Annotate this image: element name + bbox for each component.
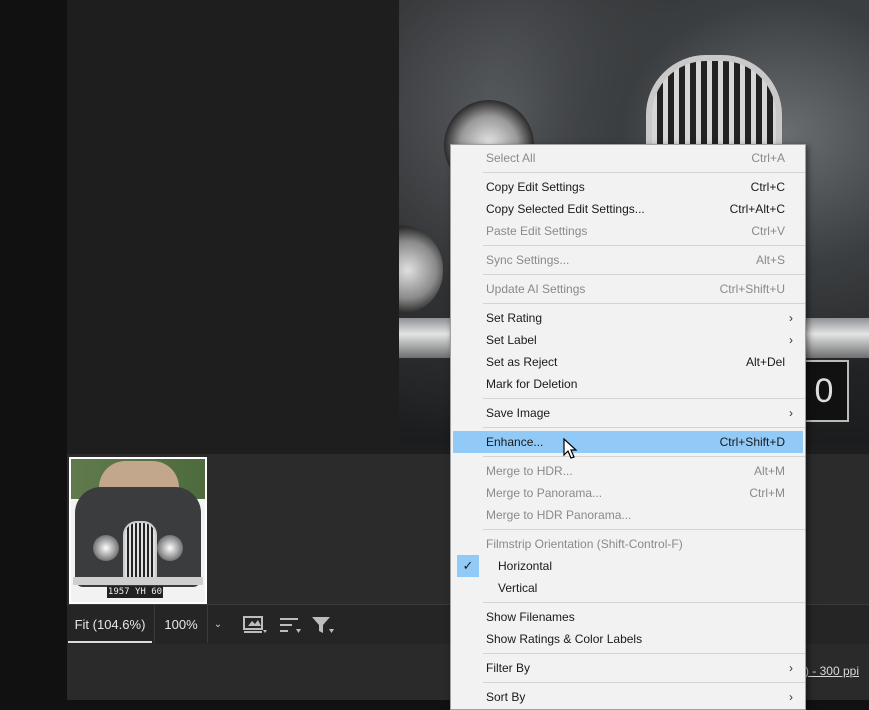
menu-separator	[483, 172, 805, 173]
sort-by-rating-icon[interactable]	[242, 614, 268, 636]
menu-item-set-as-reject[interactable]: Set as Reject Alt+Del	[453, 351, 803, 373]
menu-item-update-ai-settings[interactable]: Update AI Settings Ctrl+Shift+U	[453, 278, 803, 300]
menu-item-filter-by[interactable]: Filter By ›	[453, 657, 803, 679]
menu-item-select-all[interactable]: Select All Ctrl+A	[453, 147, 803, 169]
menu-item-label: Merge to Panorama...	[486, 486, 603, 500]
zoom-100-button[interactable]: 100%	[154, 605, 207, 643]
menu-item-label: Show Filenames	[486, 610, 575, 624]
menu-item-label: Paste Edit Settings	[486, 224, 588, 238]
zoom-fit-button[interactable]: Fit (104.6%)	[68, 605, 152, 643]
menu-item-label: Show Ratings & Color Labels	[486, 632, 643, 646]
menu-item-label: Sync Settings...	[486, 253, 570, 267]
menu-item-shortcut: Ctrl+C	[750, 180, 785, 194]
menu-item-shortcut: Ctrl+Alt+C	[729, 202, 785, 216]
menu-item-horizontal[interactable]: ✓ Horizontal	[453, 555, 803, 577]
photo-fog-lamp	[399, 225, 443, 315]
menu-item-mark-for-deletion[interactable]: Mark for Deletion	[453, 373, 803, 395]
menu-separator	[483, 529, 805, 530]
filmstrip-thumbnail[interactable]: 1957 YH 60	[69, 457, 207, 604]
menu-item-label: Filmstrip Orientation (Shift-Control-F)	[486, 537, 683, 551]
menu-separator	[483, 682, 805, 683]
menu-item-label: Mark for Deletion	[486, 377, 578, 391]
menu-item-shortcut: Alt+M	[753, 464, 785, 478]
thumbnail-bumper	[73, 577, 203, 585]
thumbnail-headlamp-left	[93, 535, 119, 561]
menu-heading-filmstrip-orientation: Filmstrip Orientation (Shift-Control-F)	[453, 533, 803, 555]
checkmark-icon: ✓	[457, 555, 479, 577]
menu-item-label: Update AI Settings	[486, 282, 586, 296]
submenu-arrow-icon: ›	[789, 333, 793, 347]
menu-separator	[483, 274, 805, 275]
menu-item-merge-to-hdr-panorama[interactable]: Merge to HDR Panorama...	[453, 504, 803, 526]
menu-item-label: Copy Edit Settings	[486, 180, 585, 194]
submenu-arrow-icon: ›	[789, 661, 793, 675]
menu-separator	[483, 653, 805, 654]
submenu-arrow-icon: ›	[789, 311, 793, 325]
menu-item-shortcut: Ctrl+A	[751, 151, 785, 165]
menu-item-label: Select All	[486, 151, 536, 165]
menu-item-label: Set Rating	[486, 311, 543, 325]
thumbnail-headlamp-right	[157, 535, 183, 561]
menu-item-label: Sort By	[486, 690, 526, 704]
menu-separator	[483, 456, 805, 457]
menu-item-copy-selected-edit-settings[interactable]: Copy Selected Edit Settings... Ctrl+Alt+…	[453, 198, 803, 220]
menu-item-enhance[interactable]: Enhance... Ctrl+Shift+D	[453, 431, 803, 453]
menu-item-shortcut: Ctrl+M	[749, 486, 785, 500]
menu-item-label: Vertical	[498, 581, 538, 595]
menu-item-set-label[interactable]: Set Label ›	[453, 329, 803, 351]
menu-separator	[483, 398, 805, 399]
menu-item-vertical[interactable]: Vertical	[453, 577, 803, 599]
menu-item-show-filenames[interactable]: Show Filenames	[453, 606, 803, 628]
menu-item-shortcut: Ctrl+Shift+D	[719, 435, 785, 449]
thumbnail-grille	[123, 521, 157, 580]
menu-item-copy-edit-settings[interactable]: Copy Edit Settings Ctrl+C	[453, 176, 803, 198]
menu-item-label: Horizontal	[498, 559, 553, 573]
menu-separator	[483, 245, 805, 246]
sort-order-icon[interactable]	[277, 614, 303, 636]
menu-item-label: Merge to HDR Panorama...	[486, 508, 632, 522]
menu-item-merge-to-hdr[interactable]: Merge to HDR... Alt+M	[453, 460, 803, 482]
menu-item-merge-to-panorama[interactable]: Merge to Panorama... Ctrl+M	[453, 482, 803, 504]
thumbnail-plate: 1957 YH 60	[107, 586, 163, 598]
context-menu: Select All Ctrl+A Copy Edit Settings Ctr…	[450, 144, 806, 710]
resolution-link[interactable]: ?) - 300 ppi	[798, 664, 859, 678]
menu-item-shortcut: Ctrl+V	[751, 224, 785, 238]
menu-item-sort-by[interactable]: Sort By ›	[453, 686, 803, 708]
menu-separator	[483, 303, 805, 304]
menu-item-shortcut: Alt+Del	[745, 355, 785, 369]
menu-item-label: Filter By	[486, 661, 531, 675]
submenu-arrow-icon: ›	[789, 690, 793, 704]
menu-item-label: Copy Selected Edit Settings...	[486, 202, 645, 216]
submenu-arrow-icon: ›	[789, 406, 793, 420]
menu-item-save-image[interactable]: Save Image ›	[453, 402, 803, 424]
menu-item-sync-settings[interactable]: Sync Settings... Alt+S	[453, 249, 803, 271]
menu-item-label: Set as Reject	[486, 355, 558, 369]
menu-item-show-ratings[interactable]: Show Ratings & Color Labels	[453, 628, 803, 650]
mouse-cursor-icon	[563, 438, 578, 459]
menu-item-shortcut: Alt+S	[755, 253, 785, 267]
menu-item-shortcut: Ctrl+Shift+U	[719, 282, 785, 296]
menu-separator	[483, 427, 805, 428]
menu-item-label: Enhance...	[486, 435, 544, 449]
menu-separator	[483, 602, 805, 603]
menu-item-label: Set Label	[486, 333, 537, 347]
photo-plate: 0	[799, 360, 849, 422]
zoom-dropdown-button[interactable]: ⌄	[207, 605, 228, 643]
left-panel-edge	[0, 0, 67, 710]
menu-item-set-rating[interactable]: Set Rating ›	[453, 307, 803, 329]
menu-item-label: Merge to HDR...	[486, 464, 573, 478]
menu-item-paste-edit-settings[interactable]: Paste Edit Settings Ctrl+V	[453, 220, 803, 242]
filter-icon[interactable]	[310, 614, 336, 636]
menu-item-label: Save Image	[486, 406, 551, 420]
